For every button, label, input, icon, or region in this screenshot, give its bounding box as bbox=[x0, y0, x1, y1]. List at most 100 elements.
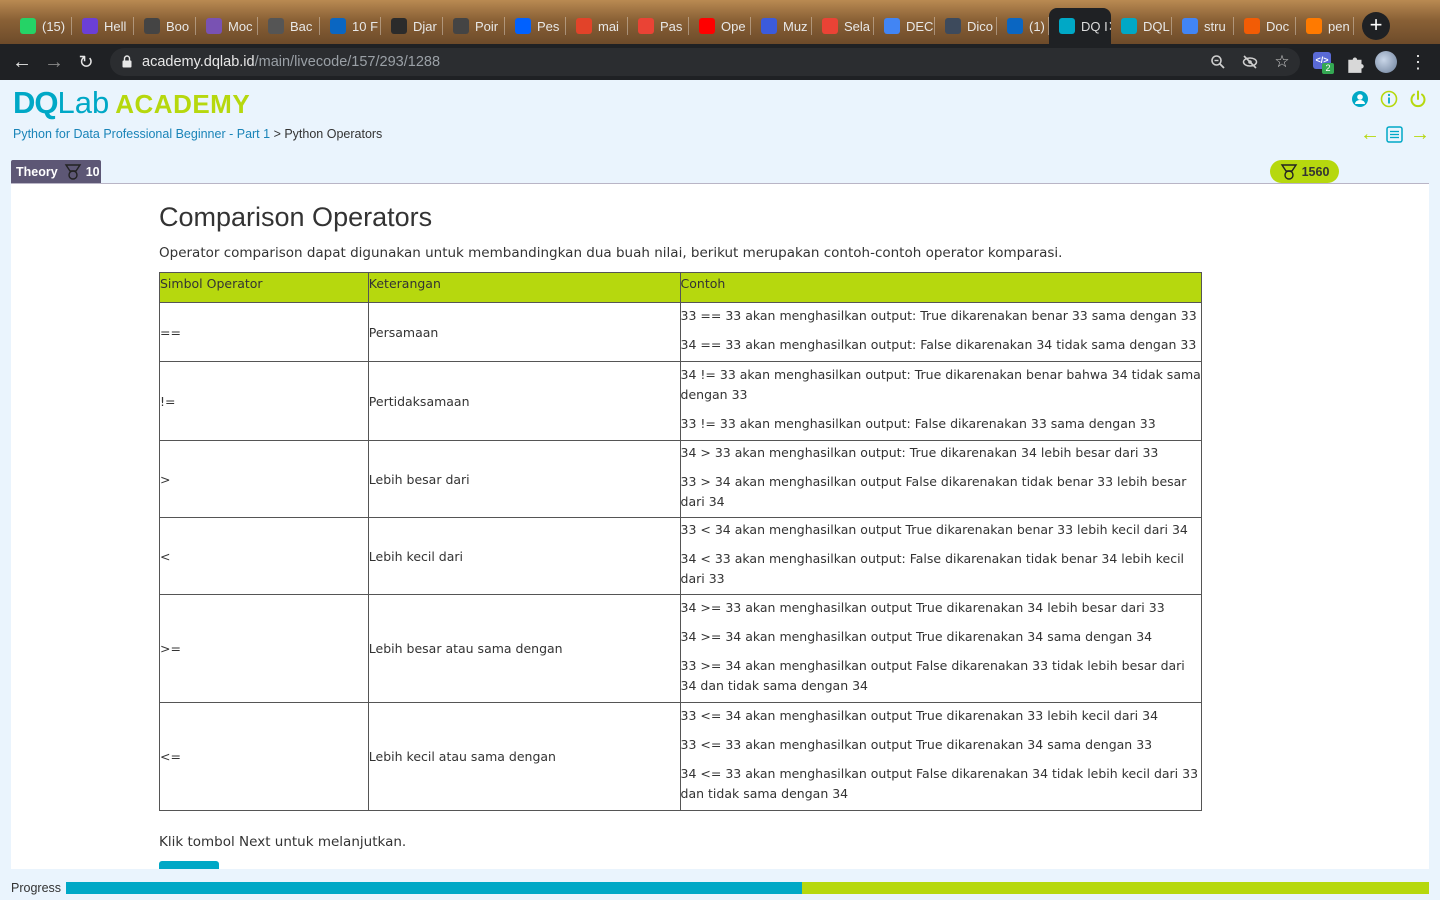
extension-badge: 2 bbox=[1322, 63, 1334, 74]
operator-examples: 34 != 33 akan menghasilkan output: True … bbox=[679, 361, 1203, 441]
tab-separator bbox=[1353, 17, 1354, 35]
lesson-intro: Operator comparison dapat digunakan untu… bbox=[159, 245, 1063, 261]
browser-tab[interactable]: mai bbox=[566, 8, 628, 44]
browser-tab-label: 10 F bbox=[352, 18, 379, 34]
browser-tab[interactable]: DQL bbox=[1111, 8, 1172, 44]
example-line: 33 != 33 akan menghasilkan output: False… bbox=[680, 416, 1156, 431]
progress-fill bbox=[66, 882, 803, 894]
dqlab-logo[interactable]: DQ Lab ACADEMY bbox=[13, 85, 250, 120]
next-instruction: Klik tombol Next untuk melanjutkan. bbox=[159, 834, 407, 850]
browser-tab-bar: (15) Hell Boo Moc Bac 10 F Djar Poir Pes mai Pas Op… bbox=[0, 0, 1440, 44]
zoom-icon[interactable] bbox=[1210, 54, 1226, 70]
header-description: Keterangan bbox=[367, 272, 681, 303]
browser-tab-label: mai bbox=[598, 18, 619, 34]
browser-tab[interactable]: Pas bbox=[628, 8, 689, 44]
table-header-row: Simbol Operator Keterangan Contoh bbox=[159, 272, 1203, 303]
forward-arrow-icon[interactable]: → bbox=[42, 50, 66, 74]
globe-icon bbox=[144, 18, 160, 34]
reload-icon[interactable]: ↻ bbox=[74, 50, 98, 74]
page: DQ Lab ACADEMY Python for Data Professio… bbox=[0, 80, 1440, 900]
g-icon bbox=[945, 18, 961, 34]
breadcrumb-course-link[interactable]: Python for Data Professional Beginner - … bbox=[13, 127, 270, 141]
browser-tab[interactable]: (15) bbox=[10, 8, 72, 44]
url-host: academy.dqlab.id bbox=[142, 54, 255, 70]
gmail-icon bbox=[822, 18, 838, 34]
example-line: 33 >= 34 akan menghasilkan output False … bbox=[680, 658, 1185, 693]
operator-symbol: > bbox=[159, 440, 369, 518]
power-icon[interactable] bbox=[1409, 90, 1427, 108]
progress-bar bbox=[66, 882, 1429, 894]
browser-tab[interactable]: pen bbox=[1296, 8, 1354, 44]
docs-icon bbox=[884, 18, 900, 34]
next-button[interactable] bbox=[159, 861, 219, 869]
browser-tab-label: Poir bbox=[475, 18, 499, 34]
browser-tab-label: (1) I bbox=[1029, 18, 1049, 34]
next-arrow-icon[interactable]: → bbox=[1410, 124, 1430, 144]
bird-icon bbox=[268, 18, 284, 34]
browser-tab[interactable]: DEC bbox=[874, 8, 935, 44]
url-path: /main/livecode/157/293/1288 bbox=[254, 54, 441, 70]
globe-icon bbox=[453, 18, 469, 34]
browser-tab-label: pen bbox=[1328, 18, 1350, 34]
browser-tab[interactable]: Hell bbox=[72, 8, 134, 44]
browser-tab[interactable]: 10 F bbox=[320, 8, 381, 44]
browser-tab[interactable]: Pes bbox=[505, 8, 566, 44]
progress-label: Progress bbox=[11, 881, 62, 895]
browser-tab[interactable]: (1) I bbox=[997, 8, 1049, 44]
browser-tab[interactable]: Muz bbox=[751, 8, 812, 44]
browser-tab[interactable]: stru bbox=[1172, 8, 1234, 44]
address-bar[interactable]: academy.dqlab.id/main/livecode/157/293/1… bbox=[110, 48, 1300, 76]
table-row: == Persamaan 33 == 33 akan menghasilkan ou… bbox=[159, 302, 1203, 362]
browser-tab-label: Doc bbox=[1266, 18, 1290, 34]
browser-tab[interactable]: DQ I✕ bbox=[1049, 8, 1111, 44]
book-icon bbox=[1306, 18, 1322, 34]
browser-tab[interactable]: Dico bbox=[935, 8, 997, 44]
user-profile-icon[interactable] bbox=[1351, 90, 1369, 108]
eye-off-icon[interactable] bbox=[1242, 54, 1258, 70]
example-line: 33 <= 33 akan menghasilkan output True d… bbox=[680, 737, 1153, 752]
lesson-content: Comparison Operators Operator comparison… bbox=[11, 184, 1429, 869]
puzzle-icon[interactable] bbox=[1345, 52, 1367, 74]
lesson-title: Comparison Operators bbox=[159, 202, 433, 232]
example-line: 33 <= 34 akan menghasilkan output True d… bbox=[680, 708, 1159, 723]
example-line: 34 == 33 akan menghasilkan output: False… bbox=[680, 337, 1197, 352]
whatsapp-icon bbox=[20, 18, 36, 34]
dropbox-icon bbox=[515, 18, 531, 34]
browser-tab[interactable]: Boo bbox=[134, 8, 196, 44]
browser-tab[interactable]: Bac bbox=[258, 8, 320, 44]
theory-tab[interactable]: Theory 10 bbox=[11, 160, 101, 183]
back-arrow-icon[interactable]: ← bbox=[10, 50, 34, 74]
theory-points: 10 bbox=[85, 164, 100, 179]
previous-arrow-icon[interactable]: ← bbox=[1360, 124, 1380, 144]
theory-label: Theory bbox=[16, 164, 58, 179]
youtube-icon bbox=[699, 18, 715, 34]
operator-symbol: == bbox=[159, 302, 369, 362]
profile-avatar[interactable] bbox=[1375, 51, 1397, 73]
browser-tab-label: Dico bbox=[967, 18, 994, 34]
browser-tab[interactable]: Doc bbox=[1234, 8, 1296, 44]
google-icon bbox=[1182, 18, 1198, 34]
star-icon[interactable]: ☆ bbox=[1274, 53, 1290, 70]
example-line: 33 > 34 akan menghasilkan output False d… bbox=[680, 474, 1187, 509]
url-text: academy.dqlab.id/main/livecode/157/293/1… bbox=[142, 54, 440, 70]
header-symbol: Simbol Operator bbox=[159, 272, 369, 303]
example-line: 34 < 33 akan menghasilkan output: False … bbox=[680, 551, 1185, 586]
browser-tab-label: stru bbox=[1204, 18, 1226, 34]
header-example: Contoh bbox=[679, 272, 1203, 303]
browser-tab[interactable]: Poir bbox=[443, 8, 505, 44]
browser-tab[interactable]: Ope bbox=[689, 8, 751, 44]
browser-tab[interactable]: Sela bbox=[812, 8, 874, 44]
dqlab-icon bbox=[1059, 18, 1075, 34]
example-line: 34 <= 33 akan menghasilkan output False … bbox=[680, 766, 1199, 801]
info-icon[interactable] bbox=[1380, 90, 1398, 108]
lesson-list-icon[interactable] bbox=[1386, 126, 1403, 143]
hexagon-icon bbox=[82, 18, 98, 34]
extension-devtools-icon[interactable]: </> 2 bbox=[1313, 52, 1335, 74]
table-row: != Pertidaksamaan 34 != 33 akan menghasilk… bbox=[159, 361, 1203, 441]
menu-dots-icon[interactable]: ⋮ bbox=[1406, 50, 1430, 74]
operator-symbol: < bbox=[159, 517, 369, 595]
new-tab-button[interactable]: + bbox=[1362, 12, 1390, 40]
browser-tab[interactable]: Djar bbox=[381, 8, 443, 44]
logo-academy: ACADEMY bbox=[115, 89, 251, 119]
browser-tab[interactable]: Moc bbox=[196, 8, 258, 44]
